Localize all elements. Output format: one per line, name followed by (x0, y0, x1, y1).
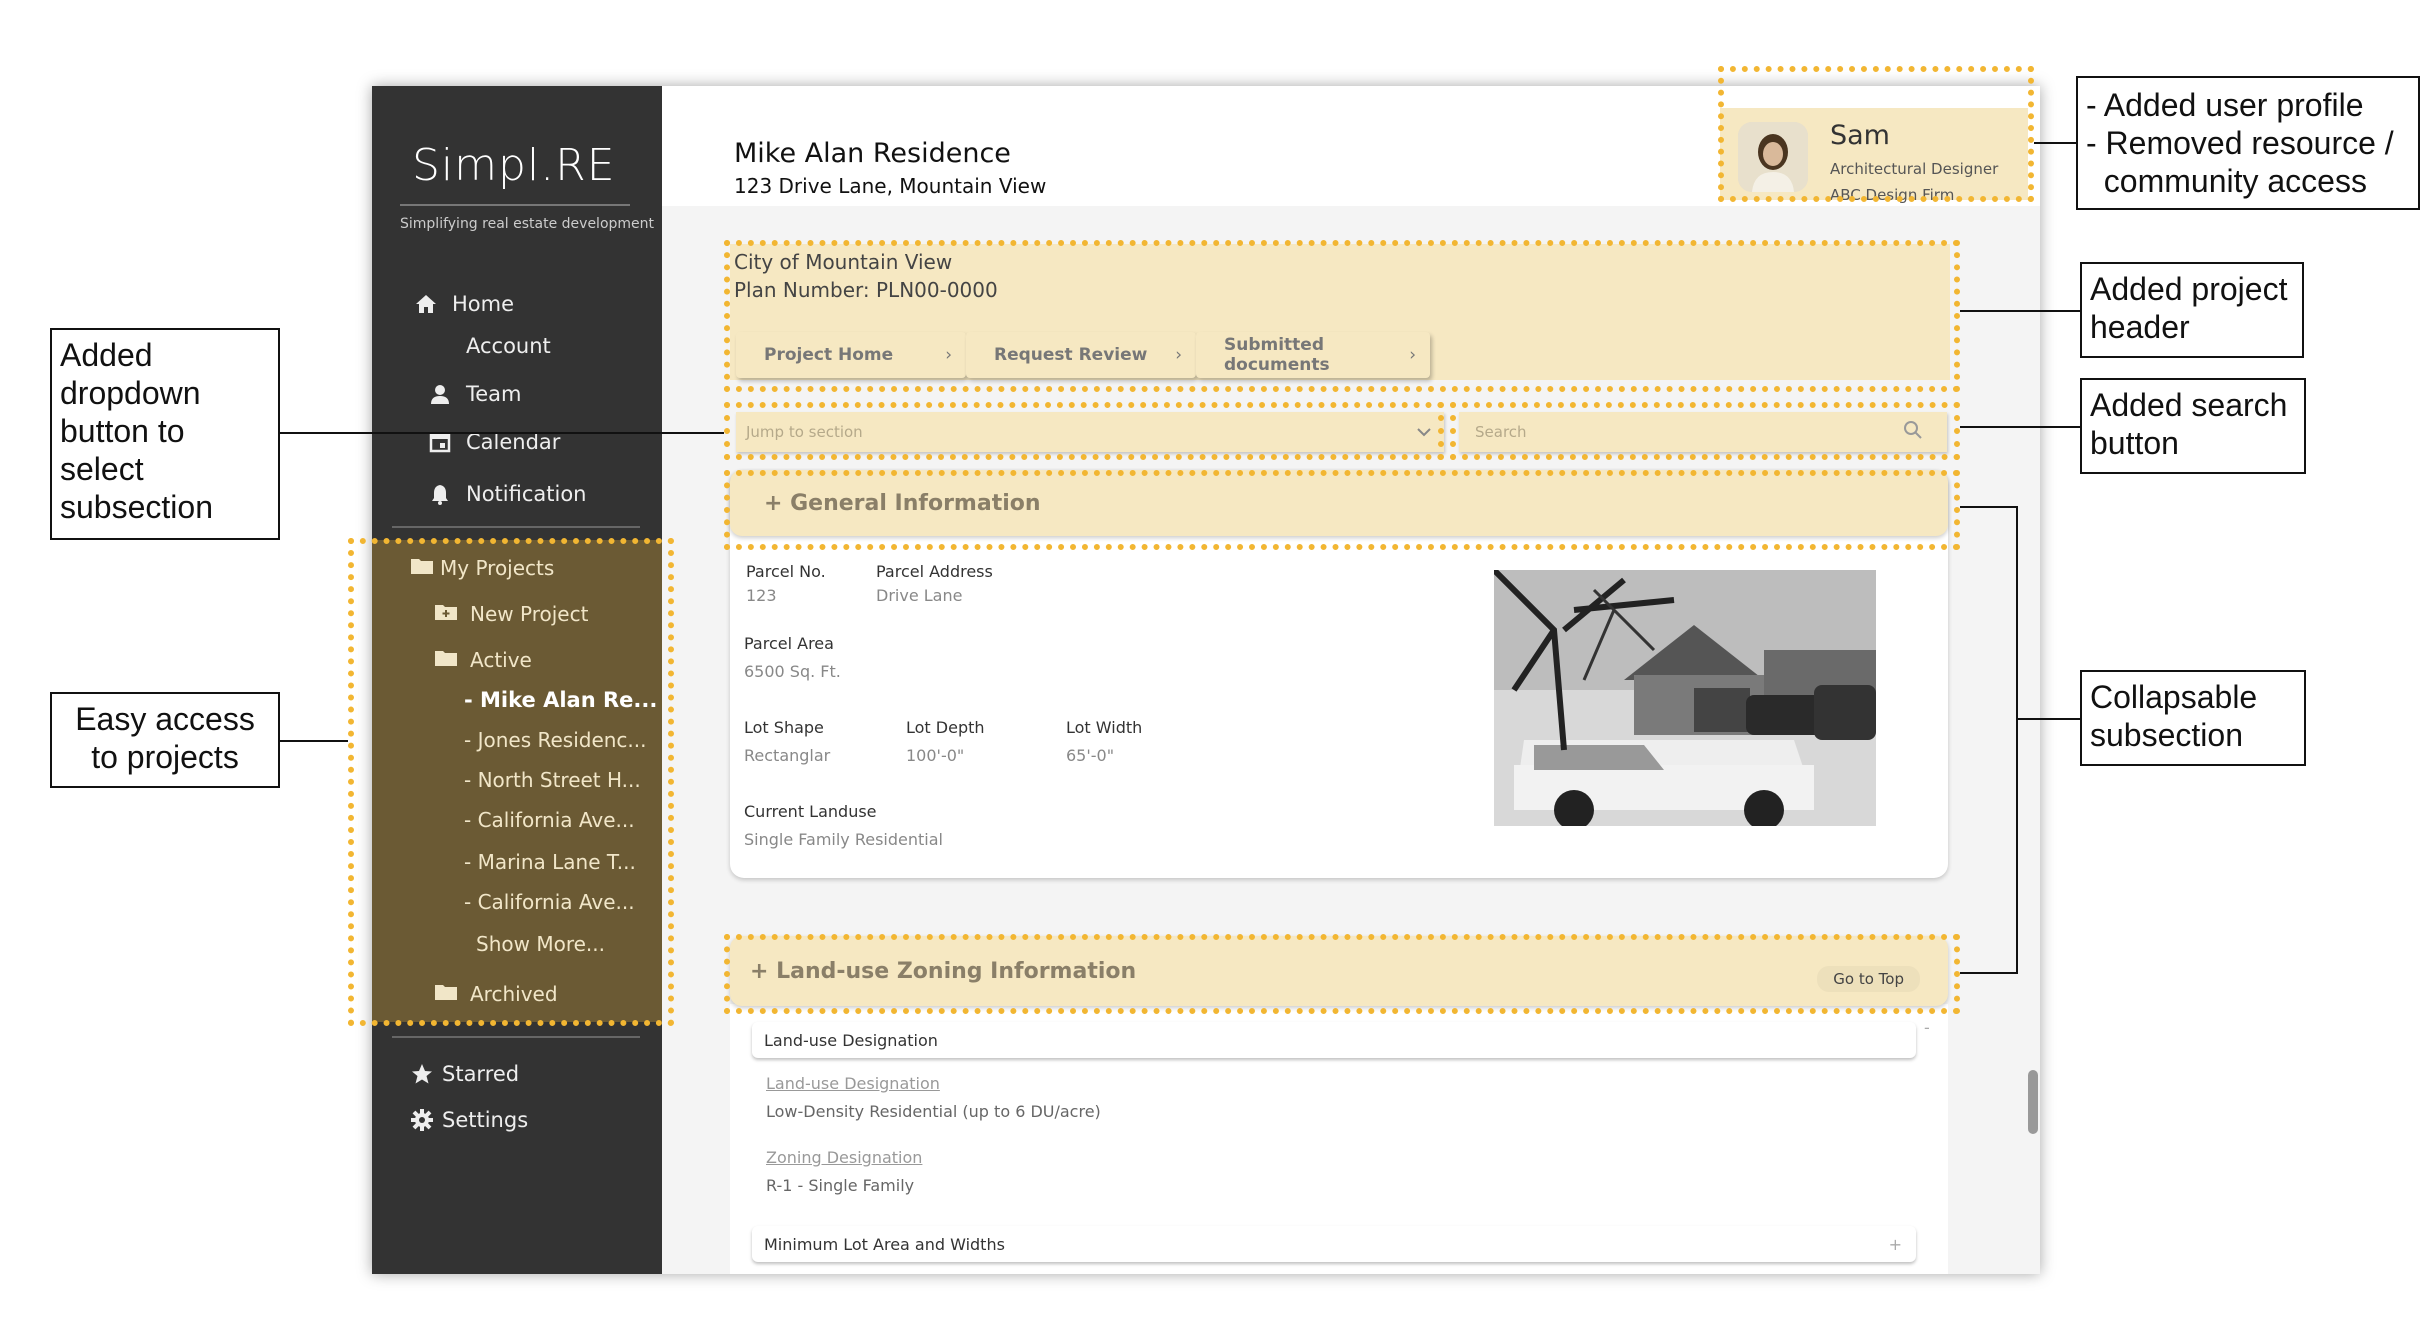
sidebar-item-notification[interactable]: Notification (428, 482, 587, 506)
annotation-profile: - Added user profile - Removed resource … (2076, 76, 2420, 210)
sidebar-item-label: Starred (442, 1062, 520, 1086)
sidebar-item-label: Settings (442, 1108, 529, 1132)
parcel-no-label: Parcel No. (746, 562, 826, 581)
current-landuse-value: Single Family Residential (744, 830, 943, 849)
sidebar-item-label: Notification (466, 482, 587, 506)
logo-divider (400, 204, 630, 206)
lot-depth-value: 100'-0" (906, 746, 965, 765)
highlight-search (1450, 402, 1960, 460)
sidebar-item-account[interactable]: Account (466, 334, 551, 358)
landuse-designation-link[interactable]: Land-use Designation (766, 1074, 940, 1093)
lot-shape-value: Rectanglar (744, 746, 831, 765)
annotation-connector (2034, 142, 2076, 144)
highlight-dropdown (724, 402, 1444, 460)
annotation-connector (280, 432, 724, 434)
page-subtitle-address: 123 Drive Lane, Mountain View (734, 174, 1047, 198)
highlight-profile (1718, 66, 2034, 202)
annotation-projects: Easy access to projects (50, 692, 280, 788)
collapse-icon[interactable]: - (1924, 1018, 1930, 1037)
annotation-header: Added project header (2080, 262, 2304, 358)
scrollbar-thumb[interactable] (2028, 1070, 2038, 1134)
annotation-dropdown: Added dropdown button to select subsecti… (50, 328, 280, 540)
home-icon (414, 292, 438, 316)
lot-shape-label: Lot Shape (744, 718, 824, 737)
gear-icon (410, 1108, 434, 1132)
bell-icon (428, 482, 452, 506)
annotation-collapse: Collapsable subsection (2080, 670, 2306, 766)
expand-icon: + (1888, 1234, 1902, 1254)
annotation-connector (280, 740, 348, 742)
annotation-connector (1960, 506, 2018, 508)
highlight-header (724, 240, 1960, 392)
highlight-general (724, 470, 1960, 550)
annotation-connector (2016, 506, 2018, 974)
parcel-no-value: 123 (746, 586, 777, 605)
annotation-connector (2016, 718, 2080, 720)
lot-width-value: 65'-0" (1066, 746, 1115, 765)
lot-width-label: Lot Width (1066, 718, 1143, 737)
app-tagline: Simplifying real estate development (400, 216, 655, 232)
app-logo: Simpl.RE (412, 140, 616, 191)
sidebar-item-settings[interactable]: Settings (410, 1108, 528, 1132)
current-landuse-label: Current Landuse (744, 802, 877, 821)
sidebar-item-home[interactable]: Home (414, 292, 514, 316)
landuse-designation-value: Low-Density Residential (up to 6 DU/acre… (766, 1102, 1101, 1121)
sidebar-item-label: Team (466, 382, 522, 406)
star-icon (410, 1062, 434, 1086)
parcel-area-label: Parcel Area (744, 634, 834, 653)
sidebar-item-label: Home (452, 292, 515, 316)
sidebar-item-team[interactable]: Team (428, 382, 522, 406)
annotation-connector (1960, 426, 2080, 428)
annotation-connector (1960, 972, 2018, 974)
property-photo (1494, 570, 1876, 826)
highlight-projects (348, 538, 674, 1026)
sidebar-divider (392, 1036, 640, 1038)
annotation-connector (1960, 310, 2080, 312)
person-icon (428, 382, 452, 406)
sidebar-item-label: Account (466, 334, 551, 358)
sidebar-item-starred[interactable]: Starred (410, 1062, 519, 1086)
annotation-search: Added search button (2080, 378, 2306, 474)
parcel-address-label: Parcel Address (876, 562, 993, 581)
sidebar-divider (392, 526, 640, 528)
parcel-address-value: Drive Lane (876, 586, 963, 605)
parcel-area-value: 6500 Sq. Ft. (744, 662, 841, 681)
page-title: Mike Alan Residence (734, 138, 1011, 169)
lot-depth-label: Lot Depth (906, 718, 985, 737)
landuse-designation-subsection[interactable]: Land-use Designation (752, 1022, 1916, 1058)
zoning-designation-value: R-1 - Single Family (766, 1176, 915, 1195)
highlight-zoning (724, 934, 1960, 1014)
zoning-designation-link[interactable]: Zoning Designation (766, 1148, 922, 1167)
min-lot-area-subsection[interactable]: Minimum Lot Area and Widths + (752, 1226, 1916, 1262)
